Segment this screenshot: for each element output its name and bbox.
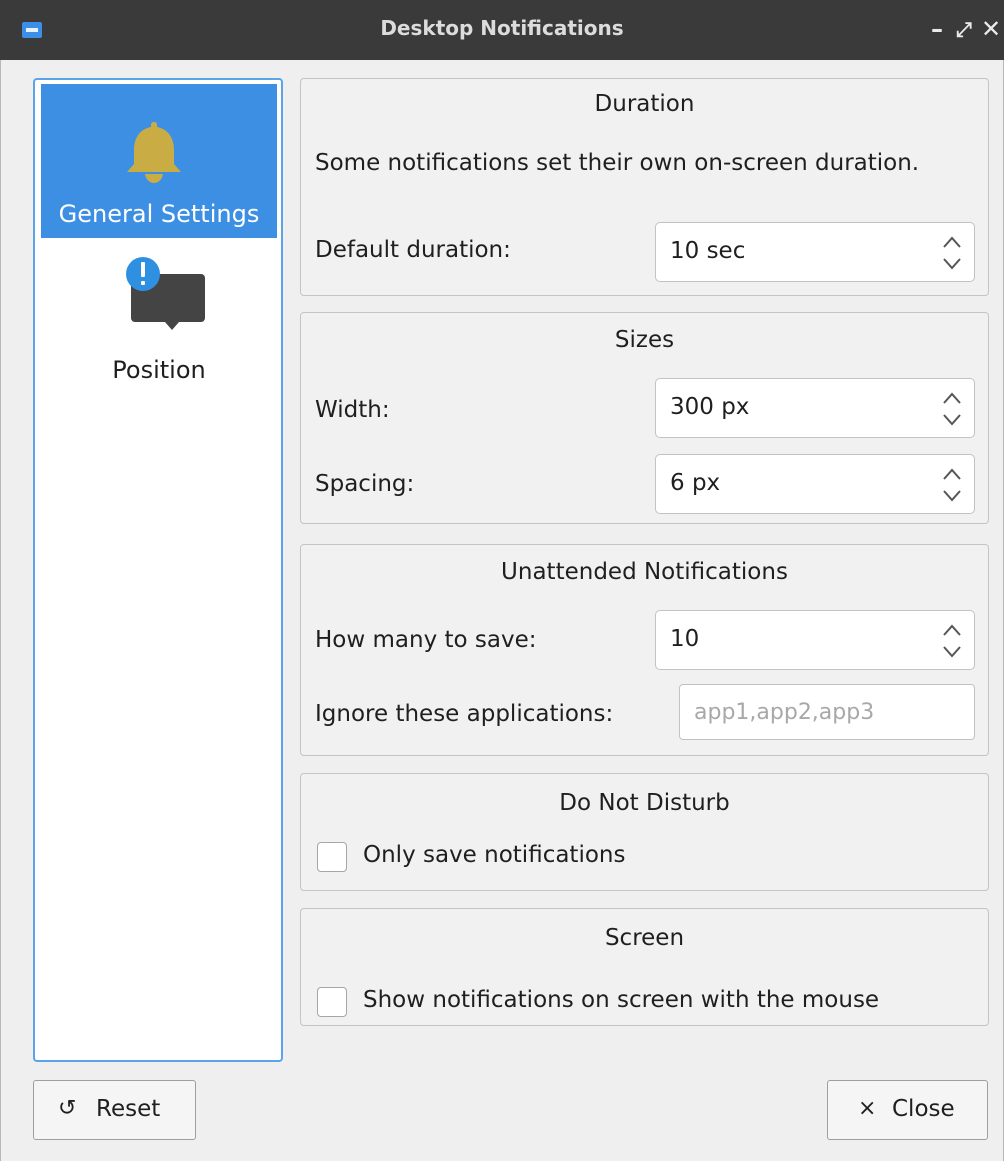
width-value: 300 px: [670, 394, 750, 420]
default-duration-label: Default duration:: [315, 237, 511, 263]
close-x-icon: ×: [858, 1096, 877, 1121]
notification-bubble-icon: [126, 257, 205, 330]
minimize-icon[interactable]: –: [926, 14, 948, 44]
width-spinbox[interactable]: 300 px: [655, 378, 975, 438]
how-many-to-save-value: 10: [670, 626, 700, 652]
only-save-notifications-checkbox[interactable]: [317, 842, 347, 872]
window-title: Desktop Notifications: [380, 16, 624, 40]
default-duration-spinbox[interactable]: 10 sec: [655, 222, 975, 282]
do-not-disturb-title: Do Not Disturb: [559, 790, 730, 816]
show-on-mouse-screen-checkbox[interactable]: [317, 987, 347, 1017]
how-many-to-save-spinbox[interactable]: 10: [655, 610, 975, 670]
default-duration-value: 10 sec: [670, 238, 746, 264]
do-not-disturb-group: Do Not Disturb Only save notifications: [300, 773, 989, 891]
screen-title: Screen: [604, 925, 685, 951]
sidebar-item-position[interactable]: Position: [41, 238, 277, 388]
spacing-spinbox[interactable]: 6 px: [655, 454, 975, 514]
show-on-mouse-screen-label: Show notifications on screen with the mo…: [363, 987, 880, 1013]
close-button-label: Close: [892, 1096, 955, 1122]
ignore-applications-input[interactable]: [680, 685, 974, 739]
sidebar-item-general-settings[interactable]: General Settings: [41, 84, 277, 238]
spin-arrows-icon[interactable]: [940, 463, 964, 507]
sizes-group: Sizes Width: 300 px Spacing: 6 px: [300, 312, 989, 524]
how-many-to-save-label: How many to save:: [315, 627, 537, 653]
close-button[interactable]: × Close: [827, 1080, 988, 1140]
undo-icon: ↺: [58, 1096, 77, 1121]
spacing-value: 6 px: [670, 470, 721, 496]
spin-arrows-icon[interactable]: [940, 387, 964, 431]
sizes-title: Sizes: [614, 327, 675, 353]
spin-arrows-icon[interactable]: [940, 231, 964, 275]
reset-button[interactable]: ↺ Reset: [33, 1080, 196, 1140]
reset-button-label: Reset: [96, 1096, 161, 1122]
bell-icon: [127, 122, 181, 183]
sidebar-item-label: General Settings: [58, 200, 260, 228]
ignore-applications-label: Ignore these applications:: [315, 701, 614, 727]
spacing-label: Spacing:: [315, 471, 415, 497]
settings-sidebar: General Settings Position: [33, 78, 283, 1062]
width-label: Width:: [315, 397, 390, 423]
duration-group: Duration Some notifications set their ow…: [300, 78, 989, 296]
maximize-icon[interactable]: ⤢: [953, 14, 975, 44]
duration-title: Duration: [594, 91, 695, 117]
unattended-group: Unattended Notifications How many to sav…: [300, 544, 989, 756]
duration-description: Some notifications set their own on-scre…: [315, 150, 920, 176]
unattended-title: Unattended Notifications: [501, 559, 788, 585]
sidebar-item-label: Position: [112, 356, 206, 384]
title-bar: Desktop Notifications – ⤢ ✕: [0, 0, 1004, 60]
screen-group: Screen Show notifications on screen with…: [300, 908, 989, 1026]
close-icon[interactable]: ✕: [980, 14, 1002, 44]
only-save-notifications-label: Only save notifications: [363, 842, 626, 868]
spin-arrows-icon[interactable]: [940, 619, 964, 663]
ignore-applications-field[interactable]: [679, 684, 975, 740]
